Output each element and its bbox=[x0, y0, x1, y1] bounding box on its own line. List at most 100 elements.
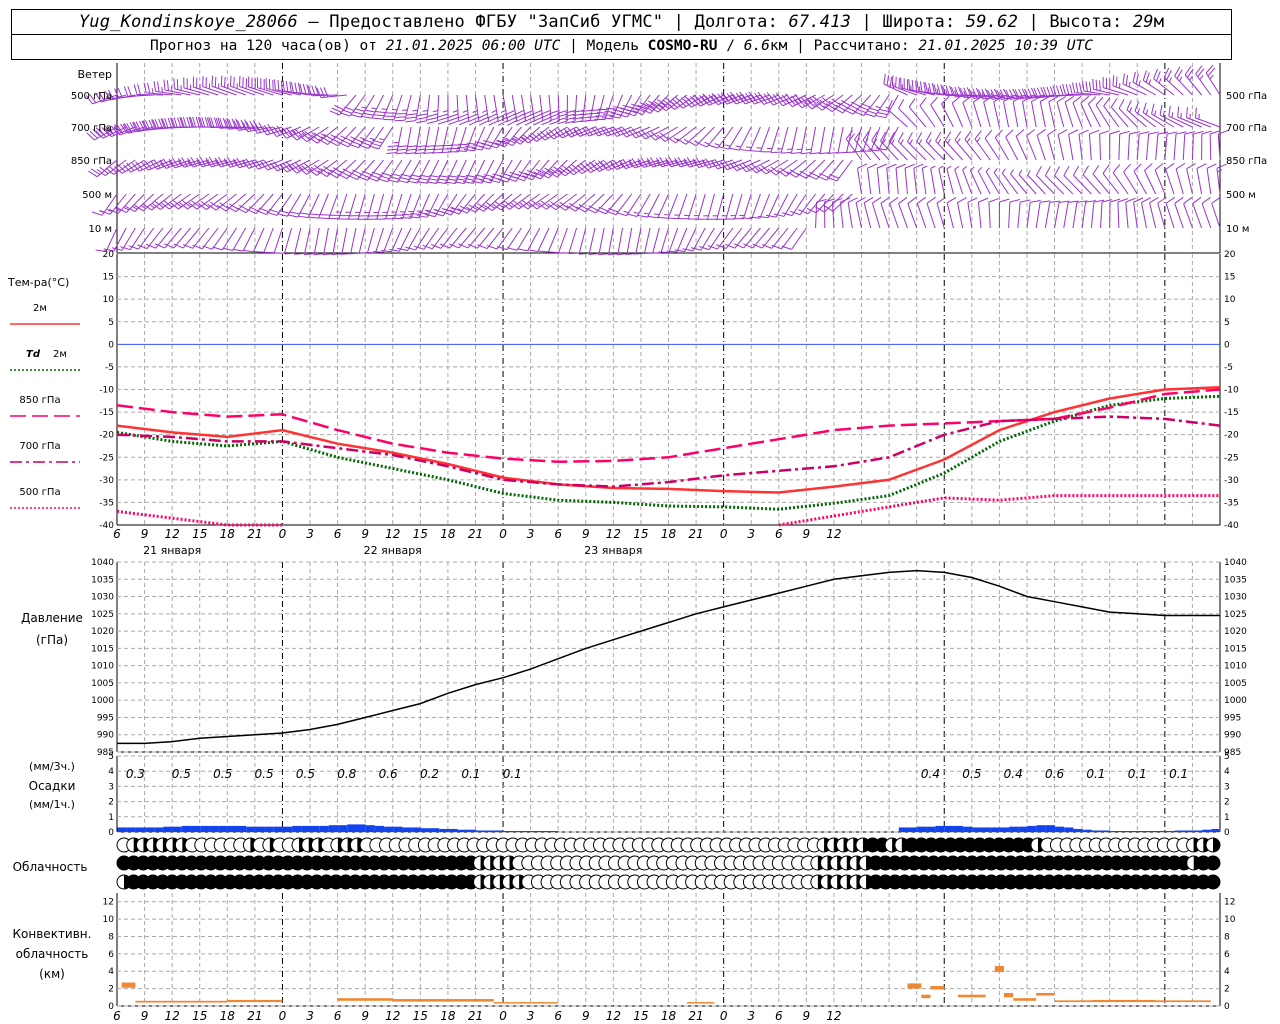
pressure-ytick: 990 bbox=[97, 731, 114, 741]
barb-flag bbox=[202, 245, 213, 250]
temp-ytick-right: -40 bbox=[1224, 521, 1239, 531]
precip-amount: 0.4 bbox=[1004, 767, 1023, 781]
wind-barb bbox=[1003, 96, 1014, 128]
wind-barb bbox=[458, 227, 486, 249]
conv-bar bbox=[135, 1000, 228, 1003]
barb-flag bbox=[1072, 165, 1080, 176]
precip-bar bbox=[393, 826, 403, 832]
barb-staff bbox=[946, 168, 954, 195]
barb-half bbox=[161, 87, 164, 93]
barb-flag bbox=[347, 174, 358, 181]
hour-label-bottom: 0 bbox=[279, 1009, 287, 1023]
barb-staff bbox=[382, 94, 394, 120]
barb-flag bbox=[340, 139, 351, 145]
barb-half bbox=[725, 144, 731, 147]
barb-staff bbox=[951, 102, 964, 128]
hour-label-bottom: 15 bbox=[413, 1009, 428, 1023]
barb-staff bbox=[1063, 202, 1069, 229]
barb-staff bbox=[502, 94, 509, 121]
barb-half bbox=[654, 213, 660, 216]
barb-flag bbox=[397, 247, 408, 252]
barb-staff bbox=[486, 227, 504, 249]
wind-barb bbox=[954, 165, 964, 195]
precip-bar bbox=[292, 825, 302, 832]
barb-flag bbox=[377, 178, 388, 183]
hour-label-bottom: 3 bbox=[747, 1009, 755, 1023]
precip-amount: 0.1 bbox=[503, 767, 522, 781]
barb-staff bbox=[242, 227, 256, 252]
barb-staff bbox=[617, 227, 624, 254]
wind-barb bbox=[1195, 107, 1221, 128]
precip-ytick-right: 0 bbox=[1224, 828, 1230, 838]
barb-staff bbox=[977, 202, 982, 229]
barb-flag bbox=[302, 83, 307, 95]
barb-staff bbox=[1206, 168, 1212, 195]
barb-staff bbox=[815, 202, 818, 229]
temp-legend-label: 500 гПа bbox=[19, 487, 60, 498]
wind-barb bbox=[916, 132, 936, 161]
barb-half bbox=[1171, 112, 1174, 118]
barb-staff bbox=[1054, 175, 1074, 195]
pressure-ytick: 1025 bbox=[91, 610, 114, 620]
cloud-circle bbox=[1205, 855, 1221, 871]
wind-barb bbox=[775, 93, 807, 107]
precip-amount: 0.2 bbox=[420, 767, 439, 781]
barb-flag bbox=[333, 104, 344, 111]
barb-flag bbox=[406, 145, 418, 148]
temp-ytick: 5 bbox=[108, 318, 114, 328]
barb-staff bbox=[742, 193, 752, 219]
barb-flag bbox=[816, 175, 827, 181]
barb-staff bbox=[800, 126, 807, 153]
wind-barb bbox=[587, 94, 605, 122]
barb-flag bbox=[1175, 131, 1187, 135]
barb-flag bbox=[396, 112, 407, 115]
precip-bar bbox=[1119, 831, 1129, 832]
barb-flag bbox=[367, 177, 378, 182]
barb-flag bbox=[1078, 83, 1083, 94]
barb-flag bbox=[357, 176, 368, 181]
barb-half bbox=[425, 209, 431, 212]
wind-barb bbox=[1036, 128, 1046, 161]
barb-staff bbox=[1027, 174, 1046, 195]
hour-label: 9 bbox=[141, 527, 149, 541]
conv-ytick: 2 bbox=[108, 985, 114, 995]
barb-staff bbox=[424, 126, 431, 153]
barb-flag bbox=[1036, 128, 1046, 136]
wind-barb bbox=[1088, 129, 1100, 161]
hour-label: 15 bbox=[633, 527, 648, 541]
precip-bar bbox=[218, 825, 228, 832]
barb-flag bbox=[1177, 106, 1180, 118]
wind-barb bbox=[983, 95, 993, 128]
barb-staff bbox=[1141, 202, 1147, 229]
barb-flag bbox=[358, 144, 369, 149]
wind-barb bbox=[1165, 162, 1175, 195]
wind-barb bbox=[767, 159, 798, 176]
barb-flag bbox=[1168, 105, 1171, 117]
wind-barb bbox=[972, 95, 983, 128]
barb-flag bbox=[176, 79, 179, 90]
barb-staff bbox=[930, 168, 936, 195]
barb-flag bbox=[387, 145, 399, 148]
wind-barb bbox=[750, 126, 771, 152]
conv-unit: (км) bbox=[39, 967, 65, 981]
wind-barb bbox=[1099, 130, 1110, 161]
barb-flag bbox=[432, 212, 444, 217]
barb-staff bbox=[771, 227, 789, 249]
barb-half bbox=[1001, 168, 1006, 174]
precip-bar bbox=[485, 830, 495, 832]
wind-barb bbox=[207, 193, 237, 211]
barb-flag bbox=[1020, 199, 1031, 203]
precip-bar bbox=[1027, 825, 1037, 832]
barb-half bbox=[746, 146, 752, 149]
wind-barb bbox=[308, 126, 338, 144]
barb-flag bbox=[1049, 200, 1061, 203]
hour-label-bottom: 12 bbox=[826, 1009, 841, 1023]
barb-flag bbox=[1129, 131, 1140, 135]
barb-half bbox=[918, 139, 923, 145]
barb-flag bbox=[457, 146, 468, 149]
barb-staff bbox=[954, 139, 973, 161]
wind-level-label: 850 гПа bbox=[71, 156, 112, 167]
wind-barb bbox=[998, 198, 1010, 229]
barb-flag bbox=[137, 84, 141, 95]
barb-flag bbox=[1109, 130, 1120, 135]
